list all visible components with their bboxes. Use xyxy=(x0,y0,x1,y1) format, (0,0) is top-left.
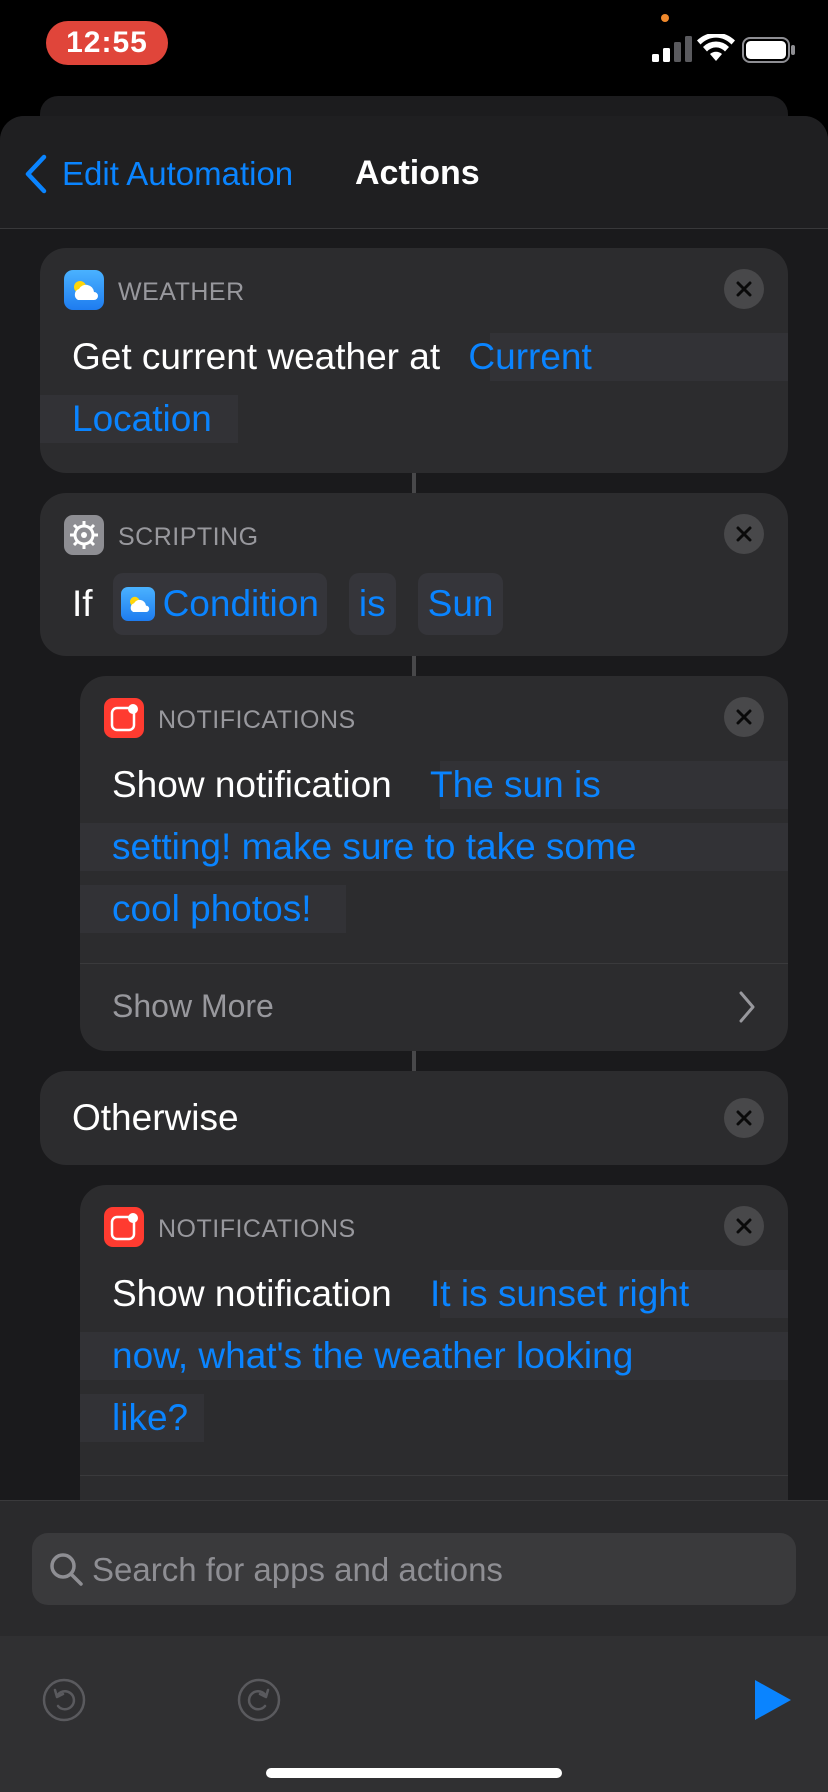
close-icon xyxy=(736,281,752,297)
notification-action-card[interactable]: NOTIFICATIONS Show notification The sun … xyxy=(80,676,788,1051)
if-condition-line: If Condition is Sun xyxy=(72,573,504,635)
category-label: WEATHER xyxy=(118,278,245,306)
search-placeholder: Search for apps and actions xyxy=(92,1551,503,1588)
location-token-line2[interactable]: Location xyxy=(72,388,212,450)
category-label: NOTIFICATIONS xyxy=(158,1215,356,1243)
if-keyword: If xyxy=(72,583,93,624)
search-input[interactable]: Search for apps and actions xyxy=(32,1533,796,1605)
play-icon[interactable] xyxy=(751,1678,795,1722)
actions-list[interactable]: WEATHER Get current weather at Current L… xyxy=(0,229,828,1614)
back-button-label: Edit Automation xyxy=(62,155,294,192)
weather-action-card[interactable]: WEATHER Get current weather at Current L… xyxy=(40,248,788,473)
condition-token[interactable]: Condition xyxy=(112,573,327,635)
connector-line xyxy=(412,473,416,493)
weather-icon xyxy=(64,270,104,310)
action-text-line: Show notification The sun is xyxy=(112,754,601,816)
operator-token[interactable]: is xyxy=(348,573,396,635)
search-panel: Search for apps and actions xyxy=(0,1500,828,1637)
category-label: NOTIFICATIONS xyxy=(158,706,356,734)
if-action-card[interactable]: SCRIPTING If Condition is Sun xyxy=(40,493,788,656)
action-text-line: Get current weather at Current xyxy=(72,326,602,388)
delete-action-button[interactable] xyxy=(724,514,764,554)
action-text: Show notification xyxy=(112,1273,392,1314)
value-token[interactable]: Sun xyxy=(417,573,504,635)
message-token-line2[interactable]: setting! make sure to take some xyxy=(112,816,636,878)
status-time[interactable]: 12:55 xyxy=(46,21,168,65)
status-bar: 12:55 xyxy=(0,0,828,92)
location-token[interactable]: Current xyxy=(458,336,601,377)
otherwise-action-card[interactable]: Otherwise xyxy=(40,1071,788,1165)
chevron-right-icon xyxy=(739,991,755,1023)
close-icon xyxy=(736,1218,752,1234)
action-text: Get current weather at xyxy=(72,336,441,377)
home-indicator xyxy=(266,1768,562,1778)
undo-icon[interactable] xyxy=(42,1678,86,1722)
message-token-line3[interactable]: like? xyxy=(112,1387,188,1449)
notification-icon xyxy=(104,1207,144,1247)
back-button[interactable]: Edit Automation xyxy=(24,152,293,196)
notification-icon xyxy=(104,698,144,738)
chevron-left-icon xyxy=(25,154,47,194)
connector-line xyxy=(412,656,416,676)
weather-icon xyxy=(120,587,155,621)
battery-icon xyxy=(742,37,795,63)
close-icon xyxy=(736,709,752,725)
search-icon xyxy=(50,1553,83,1586)
delete-action-button[interactable] xyxy=(724,1206,764,1246)
message-token[interactable]: It is sunset right xyxy=(430,1273,689,1314)
show-more-button[interactable]: Show More xyxy=(80,963,788,1051)
connector-line xyxy=(412,1051,416,1071)
otherwise-label: Otherwise xyxy=(72,1097,239,1138)
close-icon xyxy=(736,526,752,542)
wifi-icon xyxy=(697,34,735,61)
delete-action-button[interactable] xyxy=(724,697,764,737)
action-text-line: Show notification It is sunset right xyxy=(112,1263,689,1325)
category-label: SCRIPTING xyxy=(118,523,259,551)
message-token-line3[interactable]: cool photos! xyxy=(112,878,312,940)
delete-action-button[interactable] xyxy=(724,269,764,309)
page-title: Actions xyxy=(355,154,480,192)
close-icon xyxy=(736,1110,752,1126)
privacy-indicator-dot xyxy=(661,14,669,22)
delete-action-button[interactable] xyxy=(724,1098,764,1138)
navigation-bar: Edit Automation Actions xyxy=(0,116,828,229)
show-more-label: Show More xyxy=(112,988,274,1024)
gear-icon xyxy=(64,515,104,555)
divider xyxy=(80,1475,788,1476)
message-token-line2[interactable]: now, what's the weather looking xyxy=(112,1325,633,1387)
cellular-signal-icon xyxy=(652,36,692,62)
redo-icon[interactable] xyxy=(237,1678,281,1722)
message-token[interactable]: The sun is xyxy=(430,764,601,805)
condition-token-label: Condition xyxy=(162,583,319,624)
action-text: Show notification xyxy=(112,764,392,805)
